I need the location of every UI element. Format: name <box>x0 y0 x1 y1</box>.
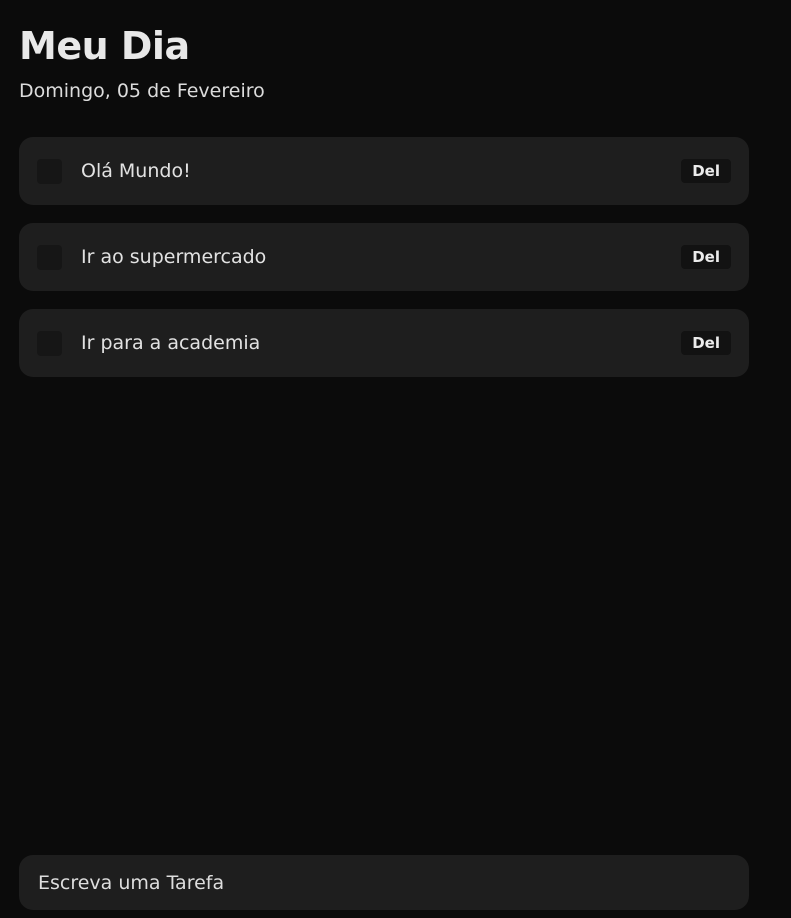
task-label: Ir para a academia <box>81 332 261 354</box>
task-checkbox[interactable] <box>37 330 62 356</box>
task-item: Olá Mundo! Del <box>19 137 749 205</box>
task-item: Ir para a academia Del <box>19 309 749 377</box>
task-list: Olá Mundo! Del Ir ao supermercado Del Ir… <box>19 137 749 395</box>
task-label: Ir ao supermercado <box>81 246 267 268</box>
delete-task-button[interactable]: Del <box>681 331 731 355</box>
task-checkbox[interactable] <box>37 244 62 270</box>
todo-app: Meu Dia Domingo, 05 de Fevereiro Olá Mun… <box>0 0 791 918</box>
delete-task-button[interactable]: Del <box>681 159 731 183</box>
task-checkbox[interactable] <box>37 158 62 184</box>
page-title: Meu Dia <box>19 24 190 68</box>
task-item: Ir ao supermercado Del <box>19 223 749 291</box>
task-label: Olá Mundo! <box>81 160 191 182</box>
page-date: Domingo, 05 de Fevereiro <box>19 80 265 102</box>
new-task-input[interactable] <box>19 855 749 910</box>
delete-task-button[interactable]: Del <box>681 245 731 269</box>
